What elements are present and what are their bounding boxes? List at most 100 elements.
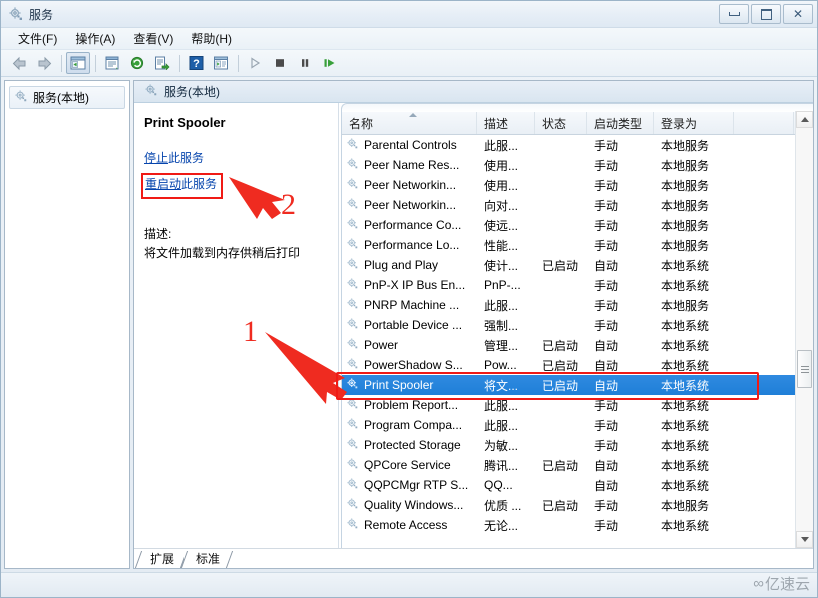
column-header-name[interactable]: 名称 [342,112,477,134]
cell-logon: 本地系统 [661,278,710,293]
cell-startup: 手动 [594,198,619,213]
cell-startup: 手动 [594,398,619,413]
table-row[interactable]: Plug and Play 使计... 已启动 自动 本地系统 [342,255,813,275]
cell-description: QQ... [484,478,513,492]
toolbar: ? [1,50,817,77]
table-row[interactable]: Parental Controls 此服... 手动 本地服务 [342,135,813,155]
table-row[interactable]: Program Compa... 此服... 手动 本地系统 [342,415,813,435]
cell-name: Protected Storage [342,437,477,453]
forward-icon[interactable] [32,52,56,74]
table-row[interactable]: Problem Report... 此服... 手动 本地系统 [342,395,813,415]
show-hide-tree-icon[interactable] [66,52,90,74]
cell-description: 此服... [484,418,519,433]
tree-node-services-local[interactable]: 服务(本地) [9,86,125,109]
help-icon[interactable]: ? [184,52,208,74]
vertical-scrollbar[interactable] [795,111,813,548]
print-spooler-row[interactable]: Print Spooler 将文... 已启动 自动 本地系统 [342,375,813,395]
cell-name: Print Spooler [342,377,477,393]
tab-standard[interactable]: 标准 [184,551,231,568]
cell-logon: 本地系统 [661,338,710,353]
maximize-button[interactable] [751,4,781,24]
service-name-label: Peer Networkin... [364,198,457,212]
table-row[interactable]: Peer Networkin... 使用... 手动 本地服务 [342,175,813,195]
cell-name: Performance Lo... [342,237,477,253]
cell-description: 使用... [484,158,519,173]
table-row[interactable]: Performance Lo... 性能... 手动 本地服务 [342,235,813,255]
menu-action[interactable]: 操作(A) [66,28,124,49]
cell-description: 使用... [484,178,519,193]
cell-startup: 自动 [594,378,619,393]
console-view-icon[interactable] [209,52,233,74]
table-row[interactable]: Portable Device ... 强制... 手动 本地系统 [342,315,813,335]
menu-file[interactable]: 文件(F) [9,28,66,49]
column-header-description[interactable]: 描述 [477,112,535,134]
pause-service-icon[interactable] [293,52,317,74]
column-header-spare[interactable] [734,112,794,134]
cell-status: 已启动 [542,358,579,373]
stop-service-link[interactable]: 停止此服务 [144,149,204,166]
list-top-edge [341,103,813,112]
cell-startup: 自动 [594,478,619,493]
service-name-label: PnP-X IP Bus En... [364,278,466,292]
menu-view[interactable]: 查看(V) [124,28,182,49]
export-list-icon[interactable] [150,52,174,74]
table-row[interactable]: Peer Name Res... 使用... 手动 本地服务 [342,155,813,175]
cell-startup: 手动 [594,298,619,313]
table-row[interactable]: QQPCMgr RTP S... QQ... 自动 本地系统 [342,475,813,495]
table-row[interactable]: Power 管理... 已启动 自动 本地系统 [342,335,813,355]
service-name-label: Performance Lo... [364,238,460,252]
stop-service-icon[interactable] [268,52,292,74]
back-icon[interactable] [7,52,31,74]
scroll-down-button[interactable] [796,531,813,548]
cell-description: 腾讯... [484,458,519,473]
service-gear-icon [346,437,359,453]
properties-icon[interactable] [100,52,124,74]
scrollbar-track[interactable] [796,128,813,531]
service-gear-icon [346,457,359,473]
column-header-logon[interactable]: 登录为 [654,112,734,134]
start-service-icon[interactable] [243,52,267,74]
cell-description: 强制... [484,318,519,333]
restart-service-icon[interactable] [318,52,342,74]
service-gear-icon [346,337,359,353]
table-row[interactable]: Protected Storage 为敏... 手动 本地系统 [342,435,813,455]
table-row[interactable]: PnP-X IP Bus En... PnP-... 手动 本地系统 [342,275,813,295]
service-name-label: Quality Windows... [364,498,464,512]
cell-name: PNRP Machine ... [342,297,477,313]
close-button[interactable]: ✕ [783,4,813,24]
restart-service-link[interactable]: 重启动此服务 [145,175,217,192]
table-row[interactable]: Remote Access 无论... 手动 本地系统 [342,515,813,535]
cell-startup: 手动 [594,238,619,253]
scroll-up-button[interactable] [796,111,813,128]
table-row[interactable]: PowerShadow S... Pow... 已启动 自动 本地系统 [342,355,813,375]
table-row[interactable]: QPCore Service 腾讯... 已启动 自动 本地系统 [342,455,813,475]
menu-view-label: 查看(V) [133,32,174,46]
service-gear-icon [346,357,359,373]
service-gear-icon [346,377,359,393]
cell-logon: 本地服务 [661,158,710,173]
service-gear-icon [346,517,359,533]
cell-description: 此服... [484,138,519,153]
table-row[interactable]: Quality Windows... 优质 ... 已启动 手动 本地服务 [342,495,813,515]
column-header-label: 状态 [542,116,567,131]
view-tabs: 扩展 标准 [134,548,813,568]
cell-status: 已启动 [542,498,579,513]
table-row[interactable]: Performance Co... 使远... 手动 本地服务 [342,215,813,235]
menu-help[interactable]: 帮助(H) [182,28,241,49]
column-header-status[interactable]: 状态 [535,112,587,134]
results-pane-content: Print Spooler 停止此服务 重启动此服务 描述: 将文件加载到内存供… [134,103,813,548]
table-row[interactable]: PNRP Machine ... 此服... 手动 本地服务 [342,295,813,315]
restart-service-link-row: 重启动此服务 [141,173,328,199]
minimize-button[interactable] [719,4,749,24]
column-header-startup[interactable]: 启动类型 [587,112,654,134]
cell-name: Remote Access [342,517,477,533]
table-row[interactable]: Peer Networkin... 向对... 手动 本地服务 [342,195,813,215]
title-bar: 服务 ✕ [1,1,817,28]
service-name-label: Portable Device ... [364,318,463,332]
service-name-label: PNRP Machine ... [364,298,460,312]
tab-extended[interactable]: 扩展 [138,551,185,568]
services-gear-icon [14,89,28,106]
refresh-icon[interactable] [125,52,149,74]
cell-name: PowerShadow S... [342,357,477,373]
scrollbar-thumb[interactable] [797,350,812,388]
